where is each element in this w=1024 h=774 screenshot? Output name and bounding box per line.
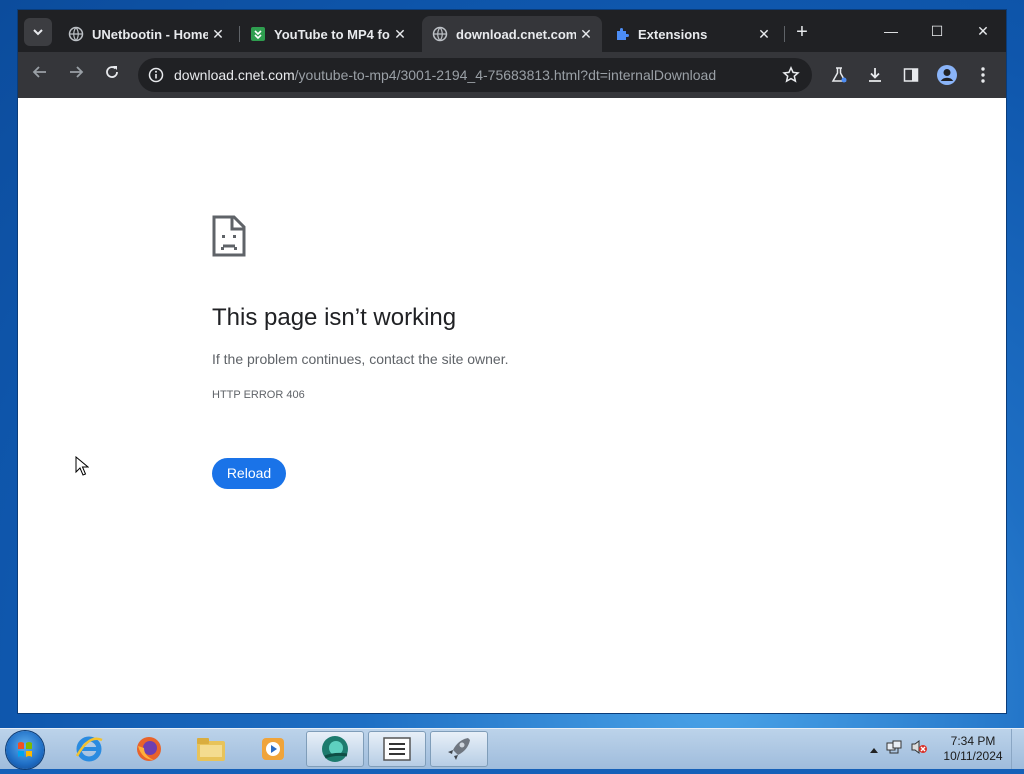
profile-icon[interactable]	[936, 64, 958, 86]
bookmark-star-icon[interactable]	[782, 65, 800, 84]
page-content: This page isn’t working If the problem c…	[18, 98, 1006, 713]
media-player-icon[interactable]	[244, 731, 302, 767]
forward-icon[interactable]	[64, 63, 88, 87]
maximize-button[interactable]: ☐	[914, 18, 960, 44]
clock-date: 10/11/2024	[943, 749, 1003, 763]
minimize-button[interactable]: —	[868, 18, 914, 44]
tab-bar: UNetbootin - Home ✕ YouTube to MP4 for ✕…	[18, 10, 1006, 52]
volume-muted-icon[interactable]	[910, 739, 928, 760]
internet-explorer-icon[interactable]	[60, 731, 118, 767]
rocket-app-icon[interactable]	[430, 731, 488, 767]
downloads-icon[interactable]	[864, 64, 886, 86]
browser-toolbar: download.cnet.com/youtube-to-mp4/3001-21…	[18, 52, 1006, 98]
show-desktop-button[interactable]	[1011, 729, 1024, 769]
reload-icon[interactable]	[100, 63, 124, 87]
notes-list-icon[interactable]	[368, 731, 426, 767]
labs-flask-icon[interactable]	[828, 64, 850, 86]
site-info-icon[interactable]	[148, 67, 164, 83]
tab-extensions[interactable]: Extensions ✕	[604, 16, 780, 52]
back-icon[interactable]	[28, 63, 52, 87]
tab-title: YouTube to MP4 for	[274, 26, 390, 42]
close-window-button[interactable]: ✕	[960, 18, 1006, 44]
mouse-cursor-icon	[75, 455, 90, 481]
network-icon[interactable]	[886, 739, 902, 760]
url-path: /youtube-to-mp4/3001-2194_4-75683813.htm…	[294, 67, 717, 83]
tab-title: Extensions	[638, 26, 708, 42]
tab-divider	[784, 26, 785, 42]
tab-close-icon[interactable]: ✕	[390, 26, 410, 43]
puzzle-icon	[614, 26, 630, 42]
tab-youtube-to-mp4[interactable]: YouTube to MP4 for ✕	[240, 16, 416, 52]
file-explorer-icon[interactable]	[182, 731, 240, 767]
error-title: This page isn’t working	[212, 304, 457, 331]
reload-button[interactable]: Reload	[212, 458, 286, 489]
clock[interactable]: 7:34 PM 10/11/2024	[938, 734, 1008, 764]
globe-icon	[432, 26, 448, 42]
tab-title: UNetbootin - Home	[92, 26, 208, 42]
download-green-icon	[250, 26, 266, 42]
tab-unetbootin[interactable]: UNetbootin - Home ✕	[58, 16, 234, 52]
chevron-down-icon	[33, 29, 43, 36]
taskbar: 7:34 PM 10/11/2024	[0, 728, 1024, 769]
show-hidden-icons-icon[interactable]	[870, 740, 878, 758]
side-panel-icon[interactable]	[900, 64, 922, 86]
address-bar[interactable]: download.cnet.com/youtube-to-mp4/3001-21…	[138, 58, 812, 92]
error-code: HTTP ERROR 406	[212, 389, 305, 401]
clock-time: 7:34 PM	[950, 734, 996, 748]
sad-page-icon	[212, 215, 246, 262]
tab-title: download.cnet.com	[456, 26, 576, 42]
firefox-icon[interactable]	[120, 731, 178, 767]
menu-icon[interactable]	[972, 64, 994, 86]
tab-close-icon[interactable]: ✕	[754, 26, 774, 43]
tab-close-icon[interactable]: ✕	[208, 26, 228, 43]
url-host: download.cnet.com	[174, 67, 295, 83]
url-text: download.cnet.com/youtube-to-mp4/3001-21…	[174, 67, 716, 83]
tab-download-cnet[interactable]: download.cnet.com ✕	[422, 16, 602, 52]
globe-icon	[68, 26, 84, 42]
chrome-window: UNetbootin - Home ✕ YouTube to MP4 for ✕…	[18, 10, 1006, 713]
tab-close-icon[interactable]: ✕	[576, 26, 596, 43]
chrome-app-icon[interactable]	[306, 731, 364, 767]
start-orb[interactable]	[6, 731, 44, 769]
system-tray	[870, 729, 928, 769]
error-message: If the problem continues, contact the si…	[212, 351, 509, 367]
new-tab-button[interactable]: +	[791, 22, 813, 44]
tab-search-button[interactable]	[24, 18, 52, 46]
